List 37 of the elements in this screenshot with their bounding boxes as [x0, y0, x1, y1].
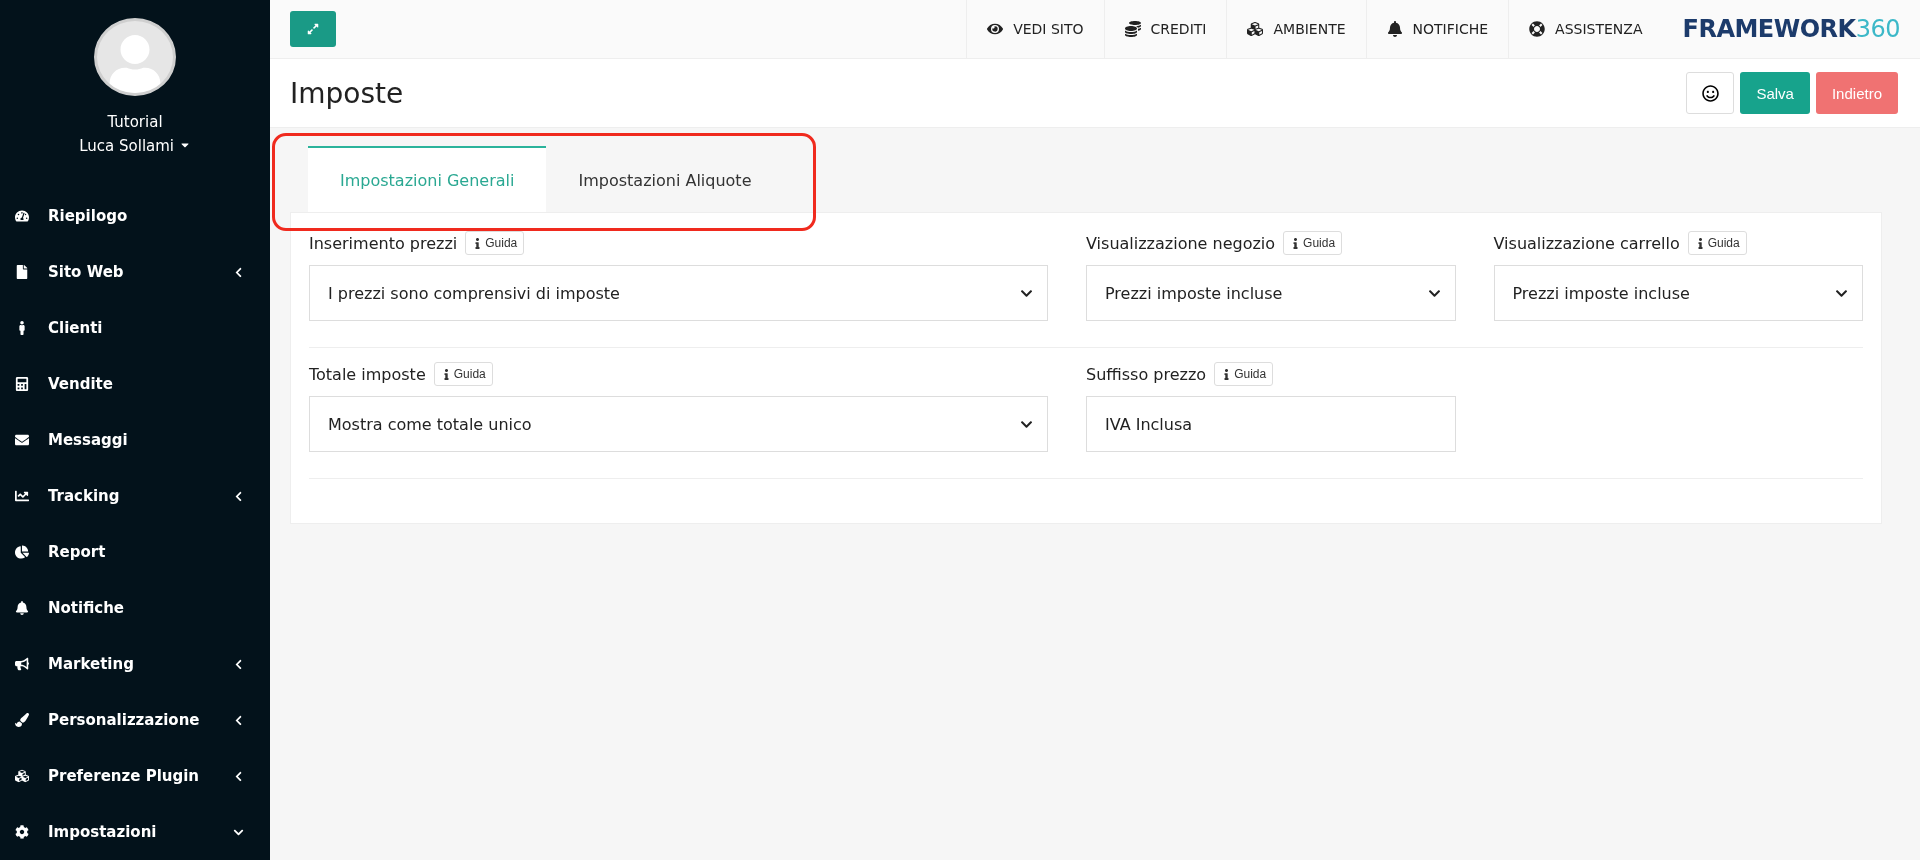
sidebar-item[interactable]: Personalizzazione	[0, 692, 270, 748]
nav-link[interactable]: NOTIFICHE	[1365, 0, 1509, 58]
sidebar-item[interactable]: Notifiche	[0, 580, 270, 636]
account-name: Tutorial	[106, 112, 164, 133]
help-button[interactable]: Guida	[1283, 231, 1343, 255]
sidebar-item[interactable]: Marketing	[0, 636, 270, 692]
user-menu[interactable]: Luca Sollami	[79, 137, 191, 155]
field-label: Visualizzazione negozio	[1086, 233, 1276, 253]
field-label: Totale imposte	[309, 364, 426, 384]
sidebar-item[interactable]: Impostazioni	[0, 804, 270, 860]
field-label: Visualizzazione carrello	[1493, 233, 1680, 253]
help-button[interactable]: Guida	[465, 231, 525, 255]
nav-link[interactable]: CREDITI	[1103, 0, 1227, 58]
tab[interactable]: Impostazioni Aliquote	[546, 146, 784, 212]
sidebar-item[interactable]: Messaggi	[0, 412, 270, 468]
select-field[interactable]: Mostra come totale unico	[309, 396, 1048, 452]
sidebar-item[interactable]: Report	[0, 524, 270, 580]
select-field[interactable]: Prezzi imposte incluse	[1493, 265, 1863, 321]
sidebar-item[interactable]: Riepilogo	[0, 188, 270, 244]
help-button[interactable]: Guida	[433, 362, 493, 386]
nav-link[interactable]: ASSISTENZA	[1508, 0, 1663, 58]
nav-link[interactable]: AMBIENTE	[1226, 0, 1366, 58]
help-button[interactable]: Guida	[1214, 362, 1274, 386]
sidebar-item[interactable]: Sito Web	[0, 244, 270, 300]
field-label: Inserimento prezzi	[309, 233, 458, 253]
field-label: Suffisso prezzo	[1086, 364, 1207, 384]
select-field[interactable]: Prezzi imposte incluse	[1086, 265, 1456, 321]
nav-link[interactable]: VEDI SITO	[966, 0, 1104, 58]
sidebar-item[interactable]: Preferenze Plugin	[0, 748, 270, 804]
help-button[interactable]: Guida	[1687, 231, 1747, 255]
input-field[interactable]: IVA Inclusa	[1086, 396, 1456, 452]
sidebar-item[interactable]: Tracking	[0, 468, 270, 524]
select-field[interactable]: I prezzi sono comprensivi di imposte	[309, 265, 1048, 321]
sidebar-item[interactable]: Clienti	[0, 300, 270, 356]
logo: FRAMEWORK360	[1682, 15, 1900, 43]
sidebar-item[interactable]: Vendite	[0, 356, 270, 412]
page-title: Imposte	[290, 76, 405, 110]
